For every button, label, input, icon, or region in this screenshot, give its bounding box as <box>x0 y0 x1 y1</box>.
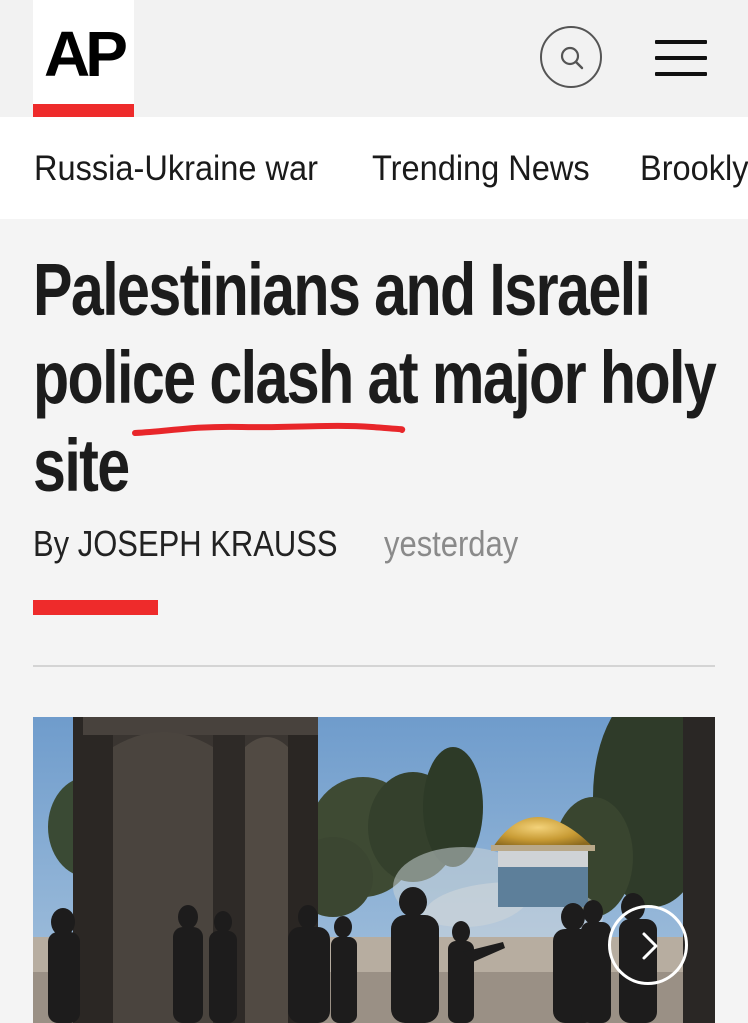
hamburger-menu-icon <box>655 40 707 44</box>
red-underline-annotation <box>132 422 406 436</box>
nav-item-trending-news[interactable]: Trending News <box>372 149 590 189</box>
article-timestamp: yesterday <box>384 523 519 564</box>
article-photo[interactable] <box>33 717 715 1023</box>
logo-accent-bar <box>33 104 134 117</box>
headline-line: Palestinians and Israeli <box>33 248 651 331</box>
article-byline[interactable]: By JOSEPH KRAUSS <box>33 522 338 566</box>
divider <box>33 665 715 667</box>
nav-item-brooklyn[interactable]: Brookly <box>640 149 748 189</box>
menu-button[interactable] <box>655 38 707 78</box>
ap-logo[interactable]: AP <box>33 0 134 117</box>
next-image-button[interactable] <box>608 905 688 985</box>
accent-bar <box>33 600 158 615</box>
chevron-right-icon <box>642 932 658 960</box>
logo-text: AP <box>44 18 128 90</box>
search-button[interactable] <box>540 26 602 88</box>
headline-line: police clash at major holy <box>33 336 717 419</box>
site-header: AP <box>0 0 748 117</box>
article-headline: Palestinians and Israeli police clash at… <box>33 246 717 510</box>
nav-item-russia-ukraine-war[interactable]: Russia-Ukraine war <box>34 149 318 189</box>
topic-nav: Russia-Ukraine war Trending News Brookly <box>0 117 748 219</box>
search-icon <box>560 46 584 70</box>
photo-scene <box>33 717 715 1023</box>
